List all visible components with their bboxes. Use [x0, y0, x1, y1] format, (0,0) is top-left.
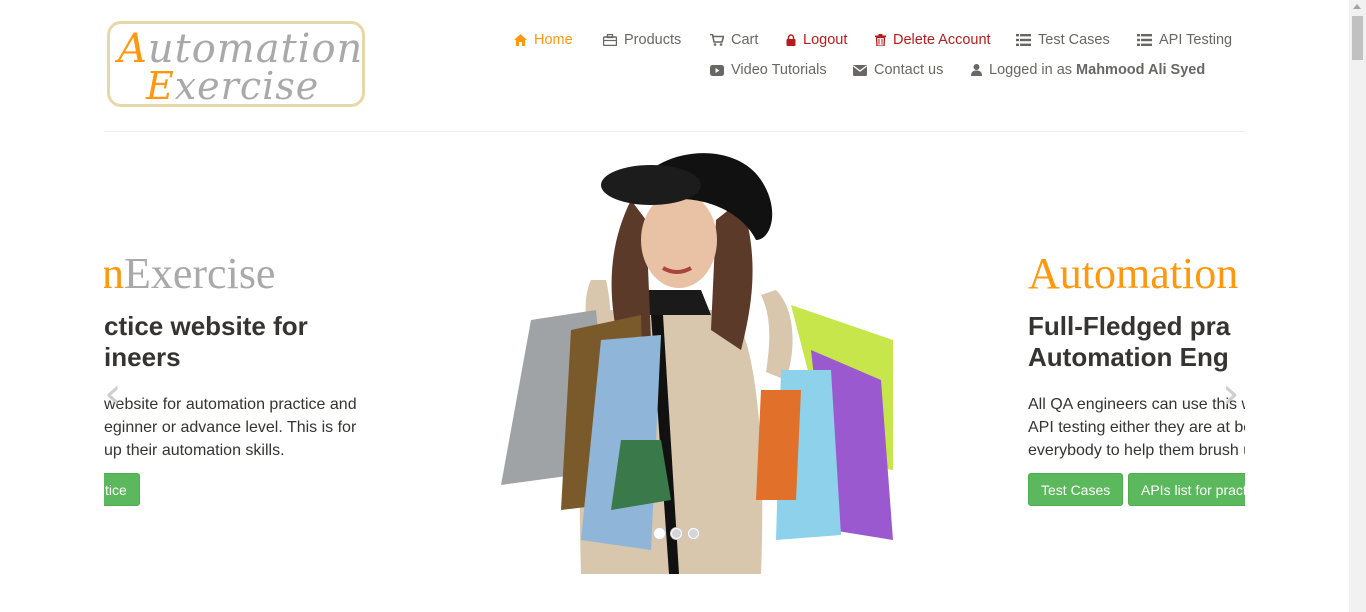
nav-api-testing[interactable]: API Testing — [1137, 30, 1232, 50]
nav-logout[interactable]: Logout — [786, 30, 847, 50]
logged-in-prefix: Logged in as — [989, 62, 1073, 78]
nav-api-testing-label: API Testing — [1159, 32, 1233, 48]
logged-in-username: Mahmood Ali Syed — [1076, 62, 1206, 78]
site-logo[interactable]: Automation Exercise — [107, 21, 365, 107]
carousel-indicators — [654, 528, 699, 539]
home-icon — [514, 34, 527, 46]
nav-home-label: Home — [534, 32, 573, 48]
left-slide-headline: ctice website for ineers — [104, 311, 308, 372]
nav-cart-label: Cart — [731, 32, 759, 48]
user-icon — [971, 64, 982, 76]
nav-home[interactable]: Home — [514, 30, 573, 50]
nav-products[interactable]: Products — [603, 30, 681, 50]
nav-video-tutorials[interactable]: Video Tutorials — [710, 60, 827, 80]
carousel-indicator-2[interactable] — [671, 528, 682, 539]
shopping-cart-icon — [710, 34, 724, 46]
carousel-next-arrow[interactable]: › — [1222, 368, 1240, 419]
nav-cart[interactable]: Cart — [710, 30, 758, 50]
nav-test-cases-label: Test Cases — [1038, 32, 1110, 48]
nav-contact-us[interactable]: Contact us — [853, 60, 943, 80]
left-slide-brand: nExercise — [104, 249, 276, 298]
carousel-indicator-1[interactable] — [654, 528, 665, 539]
shopping-woman-image — [501, 153, 893, 574]
right-slide-description: All QA engineers can use this w API test… — [1028, 396, 1245, 459]
right-slide-brand: Automation — [1028, 249, 1239, 298]
scroll-up-arrow-icon[interactable] — [1353, 4, 1361, 9]
nav-logout-label: Logout — [803, 32, 848, 48]
hero-carousel: nExercise ctice website for ineers websi… — [104, 132, 1245, 574]
list-icon — [1137, 34, 1152, 46]
test-cases-button[interactable]: Test Cases — [1028, 473, 1124, 506]
scrollbar-thumb[interactable] — [1352, 16, 1363, 60]
trash-icon — [875, 34, 886, 46]
right-slide-headline: Full-Fledged pra Automation Eng — [1028, 311, 1231, 372]
apis-list-button[interactable]: APIs list for practi — [1128, 473, 1245, 506]
nav-delete-account-label: Delete Account — [893, 32, 991, 48]
logo-line-2: Exercise — [146, 64, 320, 107]
nav-products-label: Products — [624, 32, 682, 48]
carousel-indicator-3[interactable] — [688, 528, 699, 539]
nav-contact-us-label: Contact us — [874, 62, 944, 78]
nav-delete-account[interactable]: Delete Account — [875, 30, 991, 50]
lock-icon — [786, 34, 796, 46]
envelope-icon — [853, 64, 867, 76]
nav-test-cases[interactable]: Test Cases — [1016, 30, 1110, 50]
left-slide-button[interactable]: tice — [104, 473, 140, 506]
list-icon — [1016, 34, 1031, 46]
page-scrollbar[interactable] — [1349, 0, 1366, 612]
logged-in-status: Logged in as Mahmood Ali Syed — [971, 60, 1205, 80]
left-slide-description: website for automation practice and egin… — [104, 396, 357, 459]
carousel-prev-arrow[interactable]: ‹ — [104, 368, 122, 419]
briefcase-icon — [603, 34, 617, 46]
nav-video-tutorials-label: Video Tutorials — [731, 62, 827, 78]
youtube-play-icon — [710, 64, 724, 76]
